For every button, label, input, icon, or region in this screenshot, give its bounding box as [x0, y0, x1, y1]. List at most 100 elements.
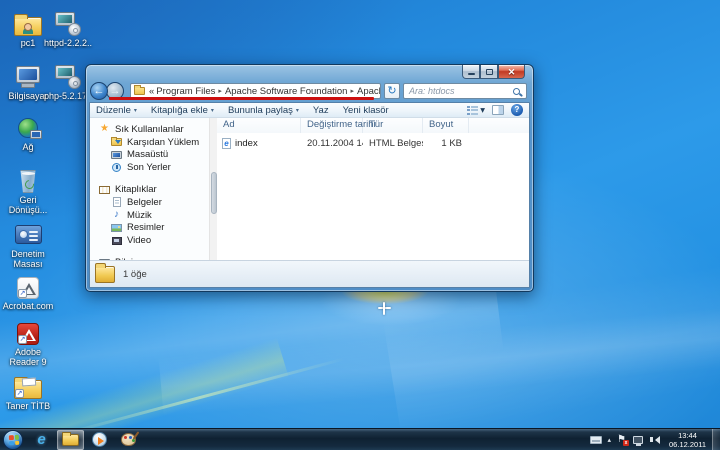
sidebar-item-desktop[interactable]: Masaüstü [90, 149, 209, 162]
network-globe-icon [18, 118, 38, 138]
item-count: 1 öğe [123, 269, 147, 280]
taskbar-windows-explorer[interactable] [57, 430, 84, 450]
shortcut-arrow-icon: ↗ [15, 389, 24, 398]
system-tray: ▴ ⚑x 13:44 06.12.2011 [590, 429, 720, 450]
sidebar-item-favorites[interactable]: ★Sık Kullanılanlar [90, 123, 209, 136]
preview-pane-button[interactable] [492, 105, 504, 115]
wallpaper-light-streak [55, 357, 346, 438]
start-button[interactable] [3, 430, 23, 450]
status-bar: 1 öğe [90, 260, 529, 287]
desktop-icon-network[interactable]: Ağ [0, 112, 56, 152]
chevron-down-icon: ▾ [134, 107, 137, 114]
show-desktop-button[interactable] [712, 429, 720, 450]
action-center-icon[interactable]: ⚑x [617, 435, 626, 445]
menu-kitapliga-ekle[interactable]: Kitaplığa ekle▾ [151, 105, 214, 116]
taskbar-clock[interactable]: 13:44 06.12.2011 [667, 431, 712, 449]
desktop-icon-control-panel[interactable]: Denetim Masası [0, 219, 56, 269]
sidebar-scrollbar[interactable] [209, 118, 217, 260]
scrollbar-thumb[interactable] [211, 172, 217, 214]
html-file-icon: e [222, 138, 231, 149]
taskbar: e ▴ ⚑x 13:44 06.12.2011 [0, 428, 720, 450]
taskbar-paint[interactable] [115, 430, 142, 450]
menu-bununla-paylas[interactable]: Bununla paylaş▾ [228, 105, 299, 116]
windows-logo-icon [8, 435, 19, 446]
help-button[interactable]: ? [511, 104, 523, 116]
navigation-pane: ★Sık Kullanılanlar Karşıdan Yüklem Masaü… [90, 118, 209, 260]
shortcut-arrow-icon: ↗ [18, 335, 27, 344]
desktop-icon-acrobat-com[interactable]: ↗ Acrobat.com [0, 271, 56, 311]
folder-icon [95, 266, 115, 283]
menu-duzenle[interactable]: Düzenle▾ [96, 105, 137, 116]
taskbar-internet-explorer[interactable]: e [28, 430, 55, 450]
sidebar-item-pictures[interactable]: Resimler [90, 222, 209, 235]
chevron-down-icon: ▾ [296, 107, 299, 114]
explorer-main: ★Sık Kullanılanlar Karşıdan Yüklem Masaü… [90, 118, 529, 260]
shared-folder-icon [14, 17, 42, 36]
adobe-reader-icon: ↗ [17, 323, 39, 345]
column-header-size[interactable]: Boyut [423, 118, 469, 133]
refresh-button[interactable]: ↻ [384, 83, 400, 99]
control-panel-icon [15, 225, 42, 244]
media-player-icon [92, 432, 107, 447]
search-icon [513, 88, 520, 95]
desktop-icon-adobe-reader[interactable]: ↗ Adobe Reader 9 [0, 317, 56, 367]
file-type: HTML Belgesi [363, 138, 423, 149]
desktop-icon-label: Taner TİTB [0, 401, 56, 411]
shortcut-arrow-icon: ↗ [18, 289, 27, 298]
window-controls: ✕ [462, 65, 525, 79]
desktop-icon-httpd-installer[interactable]: httpd-2.2.2.. [40, 8, 96, 48]
sidebar-item-recent-places[interactable]: Son Yerler [90, 161, 209, 174]
explorer-window: ✕ ← → « Program Files ▸ Apache Software … [85, 64, 534, 292]
menu-yeni-klasor[interactable]: Yeni klasör [343, 105, 389, 116]
back-arrow-icon: ← [94, 85, 105, 97]
chevron-down-icon: ▾ [211, 107, 214, 114]
folder-icon: ↗ [14, 380, 42, 399]
breadcrumb-item-apache-software-foundation[interactable]: Apache Software Foundation [224, 86, 349, 97]
taskbar-media-player[interactable] [86, 430, 113, 450]
column-header-modified[interactable]: Değiştirme tarihi [301, 118, 363, 133]
desktop-icon-recycle-bin[interactable]: Geri Dönüşü... [0, 165, 56, 215]
desktop-icon-label: Acrobat.com [0, 301, 56, 311]
desktop-icon-taner-folder[interactable]: ↗ Taner TİTB [0, 371, 56, 411]
sidebar-item-documents[interactable]: Belgeler [90, 196, 209, 209]
search-input[interactable]: Ara: htdocs [403, 83, 527, 99]
clock-time: 13:44 [669, 431, 706, 440]
show-hidden-icons-button[interactable]: ▴ [608, 436, 612, 444]
desktop-icon-label: Geri Dönüşü... [0, 195, 56, 215]
explorer-folder-icon [62, 434, 79, 446]
list-view-icon [467, 106, 478, 115]
folder-icon [134, 87, 145, 95]
maximize-button[interactable] [480, 65, 498, 79]
desktop-icon-label: httpd-2.2.2.. [40, 38, 96, 48]
window-client-area: Düzenle▾ Kitaplığa ekle▾ Bununla paylaş▾… [89, 102, 530, 288]
desktop-wallpaper: pc1 httpd-2.2.2.. Bilgisayar php-5.2.17.… [0, 0, 720, 450]
breadcrumb-prefix: « [148, 86, 155, 97]
music-note-icon: ♪ [114, 210, 119, 220]
breadcrumb-item-apache22[interactable]: Apache2.2 [356, 86, 381, 97]
column-header-name[interactable]: Ad [217, 118, 301, 133]
change-view-button[interactable]: ▾ [467, 105, 485, 116]
breadcrumb-separator-icon: ▸ [216, 87, 224, 95]
sidebar-item-music[interactable]: ♪Müzik [90, 209, 209, 222]
minimize-button[interactable] [462, 65, 480, 79]
alert-badge: x [623, 440, 629, 446]
column-header-type[interactable]: Tür [363, 118, 423, 133]
sidebar-item-libraries[interactable]: Kitaplıklar [90, 183, 209, 196]
close-icon: ✕ [508, 66, 516, 78]
menu-yaz[interactable]: Yaz [313, 105, 329, 116]
volume-icon[interactable] [650, 436, 660, 444]
desktop-monitor-icon [111, 151, 122, 159]
recent-places-icon [112, 163, 121, 172]
sidebar-item-videos[interactable]: Video [90, 234, 209, 247]
installer-cd-icon [55, 12, 81, 36]
file-list-header: Ad Değiştirme tarihi Tür Boyut [217, 118, 529, 133]
network-status-icon[interactable] [633, 436, 643, 444]
keyboard-language-icon[interactable] [590, 436, 602, 444]
sidebar-item-downloads[interactable]: Karşıdan Yüklem [90, 136, 209, 149]
close-button[interactable]: ✕ [498, 65, 525, 79]
file-row-index[interactable]: eindex 20.11.2004 14:16 HTML Belgesi 1 K… [217, 136, 529, 150]
breadcrumb-item-program-files[interactable]: Program Files [155, 86, 216, 97]
refresh-icon: ↻ [387, 85, 396, 97]
command-bar: Düzenle▾ Kitaplığa ekle▾ Bununla paylaş▾… [90, 103, 529, 118]
back-button[interactable]: ← [90, 82, 108, 100]
